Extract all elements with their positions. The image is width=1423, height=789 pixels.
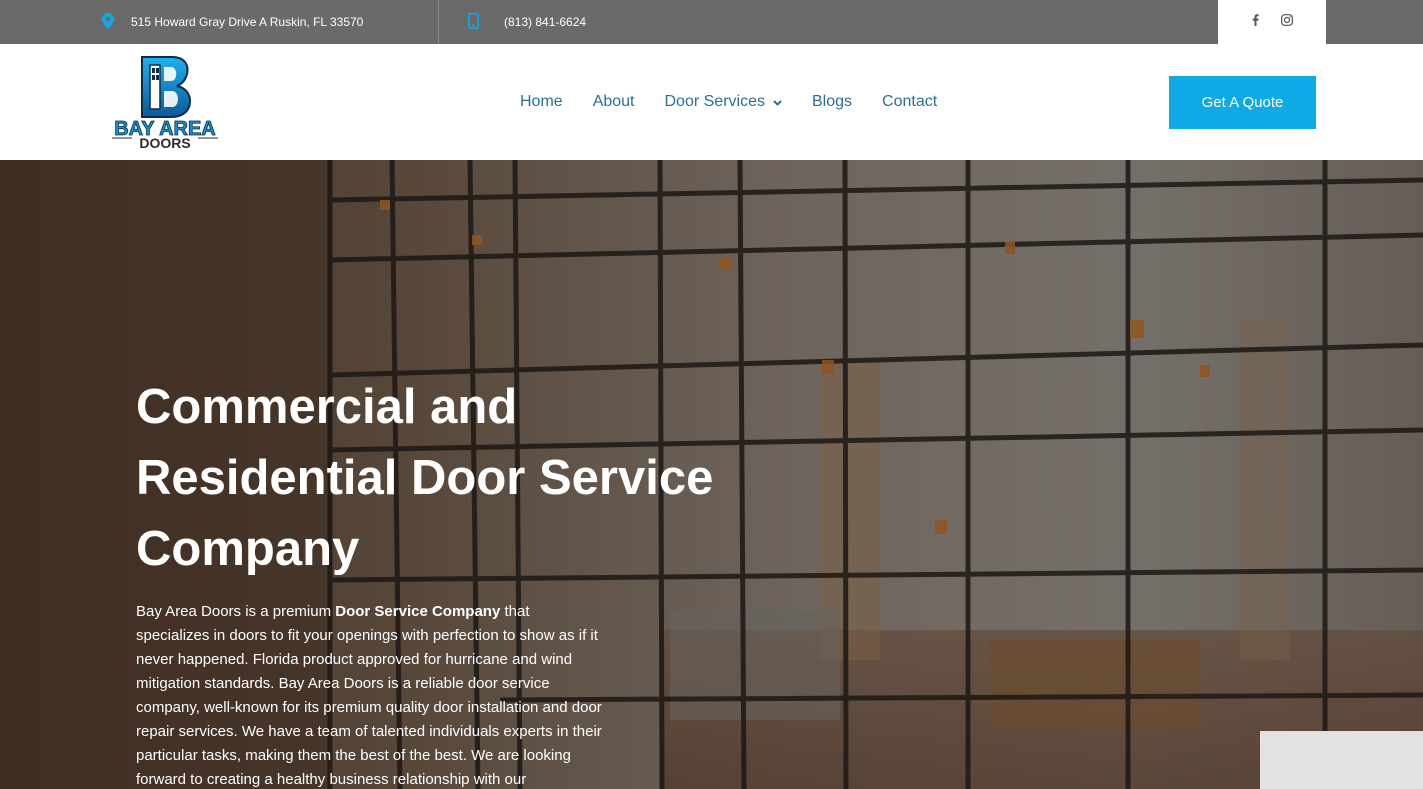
hero-description-highlight: Door Service Company bbox=[335, 603, 501, 620]
address-text: 515 Howard Gray Drive A Ruskin, FL 33570 bbox=[131, 15, 364, 29]
chat-widget-placeholder[interactable] bbox=[1260, 731, 1423, 789]
topbar-divider bbox=[438, 0, 439, 44]
hero-section: Commercial and Residential Door Service … bbox=[0, 160, 1423, 789]
nav-home-label: Home bbox=[520, 93, 563, 110]
nav-contact[interactable]: Contact bbox=[882, 93, 937, 111]
hero-description-intro: Bay Area Doors is a premium bbox=[136, 603, 336, 620]
top-info-bar: 515 Howard Gray Drive A Ruskin, FL 33570… bbox=[0, 0, 1423, 44]
phone-block[interactable]: (813) 841-6624 bbox=[468, 0, 586, 44]
bay-area-doors-logo[interactable]: BAY AREA DOORS bbox=[108, 55, 222, 151]
hero-description: Bay Area Doors is a premium Door Service… bbox=[136, 600, 606, 789]
nav-door-services-label: Door Services bbox=[664, 93, 765, 110]
hero-description-rest: that specializes in doors to fit your op… bbox=[136, 603, 602, 788]
nav-blogs-label: Blogs bbox=[811, 93, 853, 110]
nav-blogs[interactable]: Blogs bbox=[812, 93, 852, 111]
logo-line2: DOORS bbox=[139, 135, 190, 149]
hero-title: Commercial and Residential Door Service … bbox=[136, 380, 714, 576]
main-navigation: Home About Door Services Blogs Contact bbox=[520, 44, 967, 160]
chevron-down-icon bbox=[773, 93, 782, 111]
facebook-icon[interactable] bbox=[1252, 13, 1259, 31]
phone-text[interactable]: (813) 841-6624 bbox=[504, 15, 586, 29]
mobile-phone-icon bbox=[468, 12, 479, 32]
site-header: BAY AREA DOORS Home About Door Services … bbox=[0, 44, 1423, 160]
nav-contact-label: Contact bbox=[882, 93, 938, 110]
address-block: 515 Howard Gray Drive A Ruskin, FL 33570 bbox=[102, 0, 363, 44]
nav-about-label: About bbox=[592, 93, 635, 110]
get-a-quote-button[interactable]: Get A Quote bbox=[1169, 76, 1316, 129]
nav-door-services[interactable]: Door Services bbox=[665, 93, 782, 111]
social-links bbox=[1218, 0, 1326, 44]
nav-about[interactable]: About bbox=[593, 93, 635, 111]
map-pin-icon bbox=[102, 12, 114, 32]
nav-home[interactable]: Home bbox=[520, 93, 563, 111]
instagram-icon[interactable] bbox=[1280, 13, 1293, 31]
